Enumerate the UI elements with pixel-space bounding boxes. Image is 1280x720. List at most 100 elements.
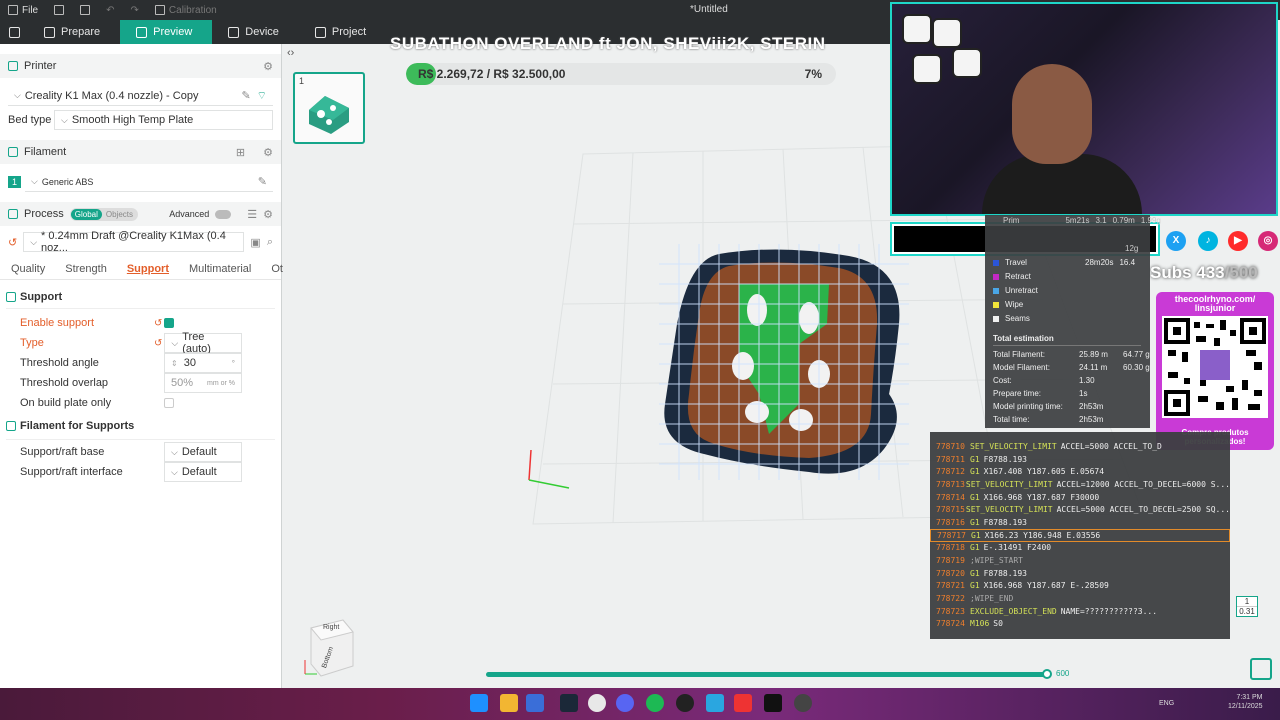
layer-slider-readout[interactable]: 1 0.31 — [1236, 596, 1258, 617]
save-button[interactable] — [72, 5, 98, 15]
threshold-overlap-value: 50% — [171, 377, 194, 389]
tab-device[interactable]: Device — [212, 20, 299, 44]
gcode-line[interactable]: 778714 G1 X166.968 Y187.687 F30000 — [930, 491, 1230, 504]
gcode-line[interactable]: 778720 G1 F8788.193 — [930, 567, 1230, 580]
vpn-icon[interactable] — [706, 694, 724, 712]
file-explorer-icon[interactable] — [500, 694, 518, 712]
threshold-overlap-input[interactable]: 50% mm or % — [164, 373, 242, 393]
gcode-line[interactable]: 778716 G1 F8788.193 — [930, 516, 1230, 529]
printer-settings-icon[interactable]: ⚙ — [263, 60, 273, 73]
voicemeeter-icon[interactable] — [764, 694, 782, 712]
gcode-arguments: X166.968 Y187.687 E-.28509 — [983, 581, 1109, 591]
gcode-command: G1 — [970, 454, 980, 464]
tab-prepare[interactable]: Prepare — [28, 20, 120, 44]
printer-icon — [8, 61, 18, 71]
language-indicator[interactable]: ENG — [1159, 700, 1174, 707]
view-navigation-cube[interactable]: Right Bottom — [303, 614, 354, 677]
support-type-select[interactable]: ⌵ Tree (auto) — [164, 331, 243, 355]
global-objects-toggle[interactable]: Global Objects — [69, 207, 138, 221]
gcode-line[interactable]: 778717 G1 X166.23 Y186.948 E.03556 — [930, 528, 1230, 542]
tab-support[interactable]: Support — [117, 263, 179, 275]
edit-icon[interactable]: ✎ — [258, 175, 267, 188]
redo-button[interactable]: ↷ — [123, 5, 147, 16]
legend-seams: Seams — [993, 314, 1030, 323]
bed-type-select[interactable]: ⌵ Smooth High Temp Plate — [54, 110, 273, 130]
threshold-angle-input[interactable]: ⇕ 30 ° — [164, 353, 242, 373]
advanced-switch[interactable] — [215, 209, 232, 219]
legend-label: Seams — [1005, 314, 1030, 323]
gcode-line-number: 778723 — [936, 606, 965, 616]
undo-button[interactable]: ↶ — [98, 5, 122, 16]
tab-strength[interactable]: Strength — [55, 263, 117, 275]
filament-settings-icon[interactable]: ⚙ — [263, 146, 273, 159]
raft-interface-select[interactable]: ⌵ Default — [164, 462, 242, 482]
gcode-line[interactable]: 778719 ;WIPE_START — [930, 554, 1230, 567]
calibration-menu[interactable]: Calibration — [147, 5, 225, 16]
search-icon[interactable]: ⌕ — [267, 236, 273, 249]
layers-icon[interactable] — [1250, 658, 1272, 680]
save-preset-icon[interactable]: ▣ — [250, 236, 260, 249]
gcode-line[interactable]: 778723 EXCLUDE_OBJECT_END NAME=???????????… — [930, 605, 1230, 618]
qr-promo-panel: thecoolrhyno.com/ linsjunior Compre prod… — [1156, 292, 1274, 450]
steam-icon[interactable] — [560, 694, 578, 712]
donation-goal-text: R$ 2.269,72 / R$ 32.500,00 — [418, 67, 566, 81]
enable-support-checkbox[interactable] — [164, 318, 175, 328]
add-filament-icon[interactable]: ⊞ — [236, 146, 245, 159]
build-plate-only-checkbox[interactable] — [164, 398, 174, 408]
raft-base-select[interactable]: ⌵ Default — [164, 442, 242, 462]
filament-select[interactable]: ⌵ Generic ABS ✎ — [25, 172, 273, 192]
windows-icon[interactable] — [470, 694, 488, 712]
tab-multimaterial[interactable]: Multimaterial — [179, 263, 261, 275]
process-preset-select[interactable]: ⌵ * 0.24mm Draft @Creality K1Max (0.4 no… — [23, 230, 245, 254]
settings-panel: Printer ⚙ ⌵ Creality K1 Max (0.4 nozzle)… — [0, 44, 304, 688]
reset-icon[interactable]: ↺ — [8, 236, 17, 249]
spotify-icon[interactable] — [646, 694, 664, 712]
chrome-icon[interactable] — [588, 694, 606, 712]
stats-partial-weight-2: 12g — [1125, 244, 1139, 253]
gcode-line[interactable]: 778710 SET_VELOCITY_LIMIT ACCEL=5000 ACCEL… — [930, 440, 1230, 453]
gcode-line[interactable]: 778715 SET_VELOCITY_LIMIT ACCEL=5000 ACCEL… — [930, 503, 1230, 516]
wifi-icon[interactable]: ⌔ — [257, 89, 267, 103]
home-button[interactable] — [0, 20, 28, 44]
github-icon[interactable] — [676, 694, 694, 712]
toggle-objects[interactable]: Objects — [101, 208, 137, 220]
edit-icon[interactable]: ✎ — [241, 89, 250, 102]
gcode-line[interactable]: 778721 G1 X166.968 Y187.687 E-.28509 — [930, 580, 1230, 593]
chevron-down-icon: ⌵ — [171, 337, 179, 348]
threshold-overlap-unit: mm or % — [207, 379, 235, 387]
gcode-line[interactable]: 778711 G1 F8788.193 — [930, 453, 1230, 466]
stats-row-value: 2h53m — [1079, 402, 1104, 411]
reset-icon[interactable]: ↺ — [154, 338, 162, 349]
creality-icon[interactable] — [734, 694, 752, 712]
file-menu[interactable]: File — [0, 5, 46, 16]
tab-preview[interactable]: Preview — [120, 20, 213, 44]
printer-select[interactable]: ⌵ Creality K1 Max (0.4 nozzle) - Copy ✎ … — [8, 86, 273, 106]
compare-icon[interactable]: ☰ — [247, 208, 257, 221]
discord-icon[interactable] — [616, 694, 634, 712]
reset-icon[interactable]: ↺ — [154, 318, 162, 329]
process-settings-icon[interactable]: ⚙ — [263, 208, 273, 221]
move-slider-track[interactable] — [486, 672, 1048, 677]
menu-list-button[interactable] — [46, 5, 72, 15]
gcode-arguments: NAME=???????????3... — [1060, 606, 1158, 616]
tab-project[interactable]: Project — [299, 20, 386, 44]
threshold-overlap-label: Threshold overlap — [20, 377, 109, 389]
move-slider-handle[interactable] — [1042, 669, 1052, 679]
legend-label: Travel — [1005, 258, 1027, 267]
gcode-line[interactable]: 778712 G1 X167.408 Y187.605 E.05674 — [930, 465, 1230, 478]
gcode-viewer[interactable]: 778710 SET_VELOCITY_LIMIT ACCEL=5000 ACCEL… — [930, 432, 1230, 639]
gcode-line[interactable]: 778724 M106 S0 — [930, 618, 1230, 631]
gcode-command: G1 — [970, 467, 980, 477]
gcode-line[interactable]: 778713 SET_VELOCITY_LIMIT ACCEL=12000 ACCE… — [930, 478, 1230, 491]
tab-quality[interactable]: Quality — [1, 263, 55, 275]
spin-icon[interactable]: ⇕ — [171, 359, 178, 368]
obs-icon[interactable] — [794, 694, 812, 712]
terminal-icon[interactable] — [526, 694, 544, 712]
preview-icon — [136, 26, 148, 38]
gcode-command: M106 — [970, 619, 990, 629]
system-clock[interactable]: 7:31 PM 12/11/2025 — [1228, 693, 1263, 711]
gcode-line[interactable]: 778722 ;WIPE_END — [930, 592, 1230, 605]
gcode-line[interactable]: 778718 G1 E-.31491 F2400 — [930, 542, 1230, 555]
qr-promo-title: thecoolrhyno.com/ linsjunior — [1174, 294, 1256, 313]
toggle-global[interactable]: Global — [70, 208, 102, 220]
